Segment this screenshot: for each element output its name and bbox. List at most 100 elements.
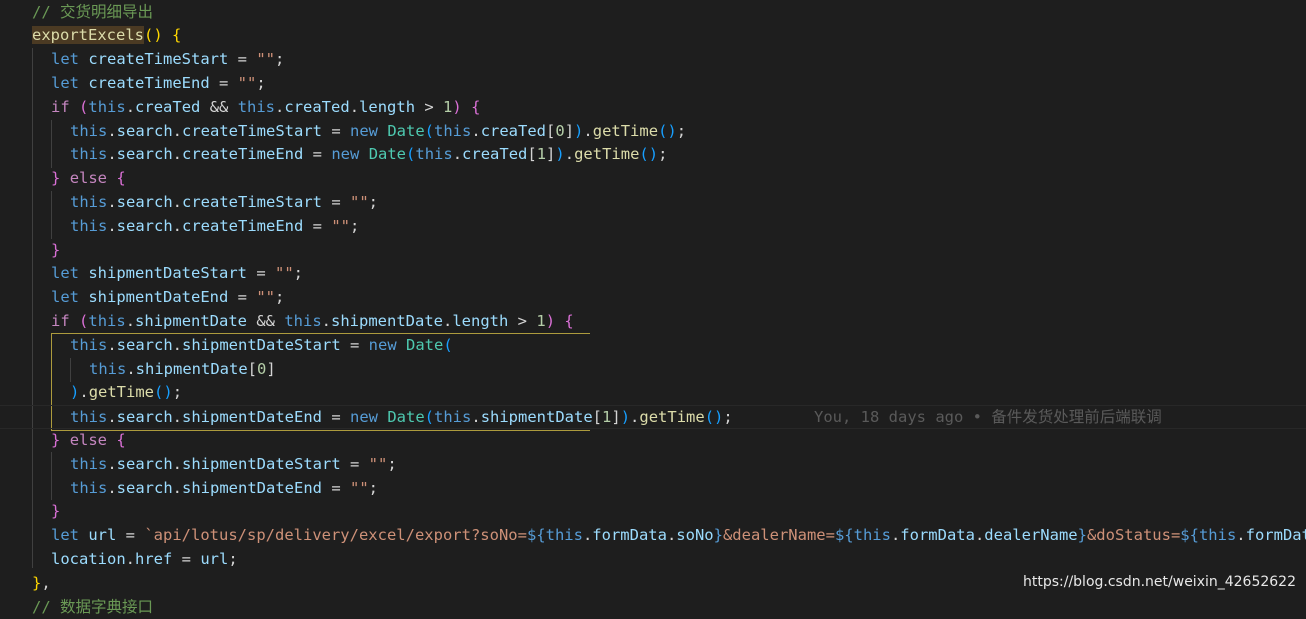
code-token [60,431,69,449]
code-text: // 数据字典接口 [32,596,153,619]
code-token: new [350,122,378,140]
code-token: getTime [639,408,704,426]
code-token: this [70,336,107,354]
code-token: url [200,550,228,568]
code-text: ).getTime(); [70,381,182,405]
code-token: let [51,288,79,306]
code-token: . [667,526,676,544]
code-line[interactable]: let createTimeStart = ""; [0,48,1306,72]
code-line[interactable]: let createTimeEnd = ""; [0,72,1306,96]
code-token: createTimeEnd [88,74,209,92]
code-text: if (this.shipmentDate && this.shipmentDa… [51,310,574,334]
code-token [462,98,471,116]
code-token: &doStatus= [1087,526,1180,544]
code-token [60,169,69,187]
code-token: . [583,526,592,544]
code-token [79,288,88,306]
code-token: > [508,312,536,330]
code-token: getTime [574,145,639,163]
code-token: "" [256,288,275,306]
code-line[interactable]: exportExcels() { [0,24,1306,48]
code-token: this [70,145,107,163]
code-token [107,431,116,449]
code-token: = [341,336,369,354]
code-token: = [247,264,275,282]
code-line[interactable]: } else { [0,167,1306,191]
code-token: soNo [676,526,713,544]
code-text: } else { [51,429,126,453]
code-token [378,122,387,140]
code-line[interactable]: if (this.shipmentDate && this.shipmentDa… [0,310,1306,334]
code-line[interactable]: } [0,239,1306,263]
code-text: this.search.createTimeEnd = new Date(thi… [70,143,667,167]
code-token: = [228,288,256,306]
code-line[interactable]: // 交货明细导出 [0,1,1306,25]
code-token: 1 [536,312,545,330]
code-line[interactable]: let shipmentDateStart = ""; [0,262,1306,286]
code-token: this [70,193,107,211]
code-line-current[interactable]: this.search.shipmentDateEnd = new Date(t… [0,405,1306,429]
code-token: getTime [89,383,154,401]
code-token: shipmentDateStart [88,264,247,282]
code-token: = [303,145,331,163]
code-text: } else { [51,167,126,191]
code-line[interactable]: } else { [0,429,1306,453]
code-token: shipmentDate [135,312,247,330]
code-line[interactable]: this.search.shipmentDateEnd = ""; [0,477,1306,501]
code-token: length [359,98,415,116]
code-token: ] [611,408,620,426]
code-token: this [70,455,107,473]
code-token: = [322,479,350,497]
code-line[interactable]: this.search.createTimeStart = ""; [0,191,1306,215]
code-line[interactable]: let url = `api/lotus/sp/delivery/excel/e… [0,524,1306,548]
code-line[interactable]: this.search.createTimeStart = new Date(t… [0,120,1306,144]
code-token: . [173,408,182,426]
code-text: exportExcels() { [32,24,181,48]
code-token: . [126,360,135,378]
code-text: let createTimeStart = ""; [51,48,284,72]
code-token: search [117,408,173,426]
code-token: &dealerName= [723,526,835,544]
code-token: ) [621,408,630,426]
code-token: this [70,479,107,497]
code-token: . [173,479,182,497]
code-token: = [116,526,144,544]
code-token: . [173,122,182,140]
code-token [79,526,88,544]
code-line[interactable]: let shipmentDateEnd = ""; [0,286,1306,310]
code-token: this [70,408,107,426]
code-token: } [32,574,41,592]
code-token [70,312,79,330]
code-text: // 交货明细导出 [32,1,153,25]
code-token: Date [387,408,424,426]
code-line[interactable]: this.search.shipmentDateStart = ""; [0,453,1306,477]
code-token: ${ [835,526,854,544]
code-token: . [453,145,462,163]
code-token: ( [79,98,88,116]
code-line[interactable]: // 数据字典接口 [0,596,1306,619]
code-token: . [891,526,900,544]
code-token: . [173,336,182,354]
code-line[interactable]: if (this.creaTed && this.creaTed.length … [0,96,1306,120]
code-line[interactable]: this.shipmentDate[0] [0,358,1306,382]
code-token: this [434,122,471,140]
code-editor[interactable]: // 交货明细导出exportExcels() {let createTimeS… [0,0,1306,600]
code-token: if [51,312,70,330]
code-line[interactable]: this.search.shipmentDateStart = new Date… [0,334,1306,358]
code-token: ) [546,312,555,330]
code-line[interactable]: ).getTime(); [0,381,1306,405]
code-token: location [51,550,126,568]
code-token: ; [387,455,396,473]
code-token: let [51,74,79,92]
code-token: this [238,98,275,116]
code-line[interactable]: location.href = url; [0,548,1306,572]
code-line[interactable]: } [0,500,1306,524]
code-token: ; [658,145,667,163]
code-text: let shipmentDateEnd = ""; [51,286,284,310]
code-line[interactable]: this.search.createTimeEnd = ""; [0,215,1306,239]
code-text: this.search.createTimeStart = new Date(t… [70,120,686,144]
code-line[interactable]: this.search.createTimeEnd = new Date(thi… [0,143,1306,167]
code-token: ; [275,288,284,306]
code-token: ${ [1180,526,1199,544]
code-token: "" [350,193,369,211]
